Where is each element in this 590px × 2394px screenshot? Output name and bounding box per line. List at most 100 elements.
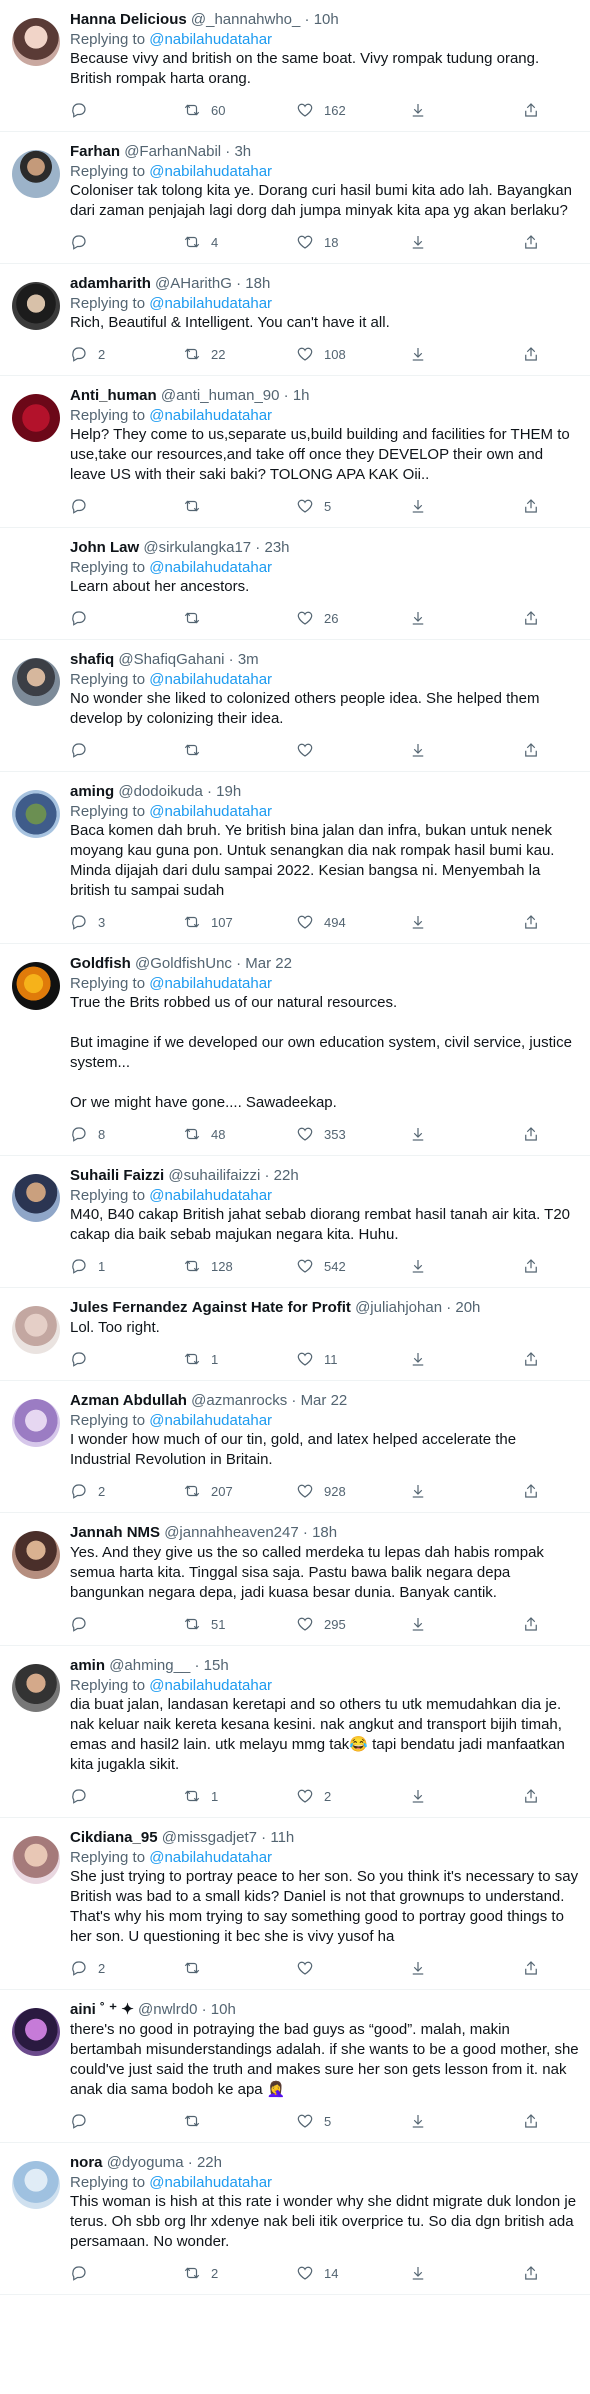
avatar[interactable] — [12, 790, 60, 838]
user-handle[interactable]: @dodoikuda — [118, 783, 202, 800]
download-button[interactable] — [409, 497, 522, 515]
display-name[interactable]: aini — [70, 2001, 96, 2018]
reply-tweet[interactable]: Anti_human @anti_human_90 · 1h Replying t… — [0, 376, 590, 528]
retweet-button[interactable]: 60 — [183, 101, 296, 119]
share-button[interactable] — [522, 741, 562, 759]
reply-button[interactable] — [70, 2264, 183, 2282]
like-button[interactable] — [296, 1959, 409, 1977]
retweet-button[interactable]: 22 — [183, 345, 296, 363]
like-button[interactable]: 494 — [296, 913, 409, 931]
reply-tweet[interactable]: Jannah NMS @jannahheaven247 · 18h Yes. An… — [0, 1513, 590, 1646]
display-name[interactable]: Hanna Delicious — [70, 11, 187, 28]
share-button[interactable] — [522, 1482, 562, 1500]
display-name[interactable]: aming — [70, 783, 114, 800]
retweet-button[interactable]: 2 — [183, 2264, 296, 2282]
avatar[interactable] — [12, 1836, 60, 1884]
reply-tweet[interactable]: Jules Fernandez Against Hate for Profit … — [0, 1288, 590, 1381]
reply-button[interactable] — [70, 101, 183, 119]
user-handle[interactable]: @missgadjet7 — [162, 1829, 257, 1846]
mention-link[interactable]: @nabilahudatahar — [149, 1677, 272, 1694]
share-button[interactable] — [522, 345, 562, 363]
user-handle[interactable]: @nwlrd0 — [138, 2001, 197, 2018]
display-name[interactable]: Suhaili Faizzi — [70, 1167, 164, 1184]
like-button[interactable]: 542 — [296, 1257, 409, 1275]
mention-link[interactable]: @nabilahudatahar — [149, 407, 272, 424]
retweet-button[interactable]: 48 — [183, 1125, 296, 1143]
reply-button[interactable]: 2 — [70, 1482, 183, 1500]
download-button[interactable] — [409, 1615, 522, 1633]
timestamp[interactable]: 19h — [216, 783, 241, 800]
share-button[interactable] — [522, 101, 562, 119]
download-button[interactable] — [409, 101, 522, 119]
display-name[interactable]: Farhan — [70, 143, 120, 160]
timestamp[interactable]: 22h — [197, 2154, 222, 2171]
timestamp[interactable]: 18h — [245, 275, 270, 292]
retweet-button[interactable]: 4 — [183, 233, 296, 251]
share-button[interactable] — [522, 1125, 562, 1143]
user-handle[interactable]: @FarhanNabil — [124, 143, 221, 160]
mention-link[interactable]: @nabilahudatahar — [149, 671, 272, 688]
reply-button[interactable]: 1 — [70, 1257, 183, 1275]
user-handle[interactable]: @suhailifaizzi — [168, 1167, 260, 1184]
avatar[interactable] — [12, 1174, 60, 1222]
share-button[interactable] — [522, 1350, 562, 1368]
display-name[interactable]: nora — [70, 2154, 103, 2171]
user-handle[interactable]: @GoldfishUnc — [135, 955, 232, 972]
share-button[interactable] — [522, 1787, 562, 1805]
like-button[interactable]: 162 — [296, 101, 409, 119]
reply-tweet[interactable]: Cikdiana_95 @missgadjet7 · 11h Replying t… — [0, 1818, 590, 1990]
timestamp[interactable]: 1h — [293, 387, 310, 404]
user-handle[interactable]: @anti_human_90 — [161, 387, 280, 404]
avatar[interactable] — [12, 962, 60, 1010]
mention-link[interactable]: @nabilahudatahar — [149, 975, 272, 992]
retweet-button[interactable] — [183, 609, 296, 627]
download-button[interactable] — [409, 1350, 522, 1368]
avatar[interactable] — [12, 1664, 60, 1712]
timestamp[interactable]: 15h — [204, 1657, 229, 1674]
reply-tweet[interactable]: Hanna Delicious @_hannahwho_ · 10h Replyi… — [0, 0, 590, 132]
download-button[interactable] — [409, 345, 522, 363]
avatar[interactable] — [12, 282, 60, 330]
timestamp[interactable]: Mar 22 — [245, 955, 292, 972]
user-handle[interactable]: @ShafiqGahani — [118, 651, 224, 668]
like-button[interactable]: 11 — [296, 1350, 409, 1368]
share-button[interactable] — [522, 1257, 562, 1275]
avatar[interactable] — [12, 394, 60, 442]
share-button[interactable] — [522, 2264, 562, 2282]
avatar[interactable] — [12, 18, 60, 66]
like-button[interactable]: 14 — [296, 2264, 409, 2282]
user-handle[interactable]: @AHarithG — [155, 275, 232, 292]
display-name[interactable]: amin — [70, 1657, 105, 1674]
reply-button[interactable] — [70, 233, 183, 251]
download-button[interactable] — [409, 1125, 522, 1143]
timestamp[interactable]: 10h — [314, 11, 339, 28]
like-button[interactable]: 295 — [296, 1615, 409, 1633]
avatar[interactable] — [12, 658, 60, 706]
reply-tweet[interactable]: amin @ahming__ · 15h Replying to @nabilah… — [0, 1646, 590, 1818]
display-name[interactable]: Goldfish — [70, 955, 131, 972]
mention-link[interactable]: @nabilahudatahar — [149, 163, 272, 180]
reply-tweet[interactable]: aming @dodoikuda · 19h Replying to @nabil… — [0, 772, 590, 944]
download-button[interactable] — [409, 1787, 522, 1805]
display-name[interactable]: John Law — [70, 539, 139, 556]
reply-tweet[interactable]: adamharith @AHarithG · 18h Replying to @n… — [0, 264, 590, 376]
retweet-button[interactable]: 107 — [183, 913, 296, 931]
like-button[interactable]: 26 — [296, 609, 409, 627]
reply-tweet[interactable]: Farhan @FarhanNabil · 3h Replying to @nab… — [0, 132, 590, 264]
timestamp[interactable]: 11h — [270, 1829, 294, 1846]
reply-button[interactable]: 8 — [70, 1125, 183, 1143]
reply-button[interactable] — [70, 609, 183, 627]
reply-button[interactable]: 3 — [70, 913, 183, 931]
reply-button[interactable] — [70, 497, 183, 515]
reply-tweet[interactable]: nora @dyoguma · 22h Replying to @nabilahu… — [0, 2143, 590, 2295]
mention-link[interactable]: @nabilahudatahar — [149, 31, 272, 48]
retweet-button[interactable] — [183, 2112, 296, 2130]
display-name[interactable]: Azman Abdullah — [70, 1392, 187, 1409]
share-button[interactable] — [522, 497, 562, 515]
share-button[interactable] — [522, 233, 562, 251]
retweet-button[interactable]: 207 — [183, 1482, 296, 1500]
mention-link[interactable]: @nabilahudatahar — [149, 559, 272, 576]
reply-button[interactable]: 2 — [70, 345, 183, 363]
avatar[interactable] — [12, 1306, 60, 1354]
timestamp[interactable]: 3h — [234, 143, 251, 160]
